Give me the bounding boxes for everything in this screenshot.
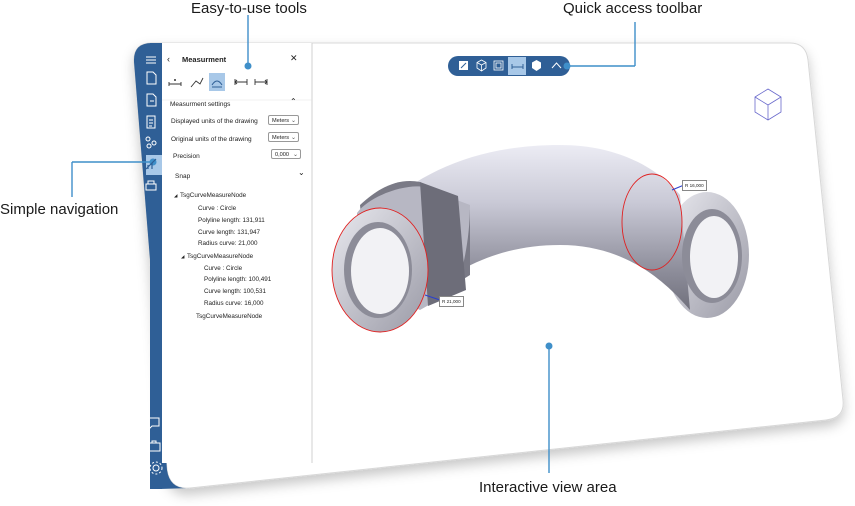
original-units-value: Meters: [272, 135, 290, 141]
print-icon[interactable]: [143, 178, 159, 194]
tool-curve-button[interactable]: [209, 73, 225, 91]
snapshot-button[interactable]: [456, 58, 471, 73]
back-chevron-icon[interactable]: ‹: [167, 54, 170, 64]
chevron-down-icon: ⌄: [290, 118, 296, 124]
settings-gear-icon[interactable]: [148, 460, 164, 476]
tree-node-property: Curve length: 131,947: [198, 229, 260, 236]
document-icon[interactable]: [143, 114, 159, 130]
tree-node-property: Radius curve: 16,000: [204, 300, 264, 307]
menu-icon[interactable]: [143, 52, 159, 68]
tree-node[interactable]: TsgCurveMeasureNode: [180, 192, 246, 199]
settings-header: Measurment settings: [170, 101, 231, 108]
expand-triangle-icon[interactable]: ◢: [174, 193, 177, 199]
original-units-label: Original units of the drawing: [171, 136, 252, 143]
layers-icon[interactable]: [143, 134, 159, 150]
chevron-down-icon: ⌄: [290, 135, 296, 141]
displayed-units-value: Meters: [272, 118, 290, 124]
tree-node-property: Polyline length: 100,491: [204, 276, 272, 283]
cube-view-button[interactable]: [474, 58, 489, 73]
collapse-toolbar-icon[interactable]: [549, 58, 564, 73]
briefcase-icon[interactable]: [146, 438, 162, 454]
tree-node-property: Curve length: 100,531: [204, 288, 266, 295]
tool-polyline-button[interactable]: [190, 75, 204, 89]
tool-distance-button[interactable]: [168, 75, 182, 89]
view-cube-icon[interactable]: [752, 86, 784, 122]
front-view-button[interactable]: [491, 58, 506, 73]
displayed-units-label: Displayed units of the drawing: [171, 118, 258, 125]
tree-node-property: Polyline length: 131,911: [198, 217, 265, 224]
snap-expand-icon[interactable]: ⌄: [298, 168, 305, 177]
measure-nav-icon[interactable]: [143, 156, 159, 172]
solid-view-button[interactable]: [529, 58, 544, 73]
precision-select[interactable]: 0,000 ⌄: [271, 149, 301, 159]
measure-toolbar-button[interactable]: [510, 58, 525, 73]
precision-value: 0,000: [275, 152, 289, 158]
tool-span-button[interactable]: [254, 75, 268, 89]
tree-node[interactable]: TsgCurveMeasureNode: [196, 313, 262, 320]
export-icon[interactable]: [143, 92, 159, 108]
tree-node-property: Curve : Circle: [204, 265, 243, 272]
callout-quick-access: Quick access toolbar: [563, 0, 703, 17]
tree-node-property: Curve : Circle: [198, 205, 237, 212]
settings-collapse-icon[interactable]: ⌃: [290, 97, 297, 106]
chevron-down-icon: ⌄: [292, 152, 298, 158]
snap-label: Snap: [175, 173, 191, 180]
panel-title: Measurment: [182, 55, 227, 64]
callout-easy-tools: Easy-to-use tools: [191, 0, 307, 17]
tool-arrows-button[interactable]: [234, 75, 248, 89]
open-file-icon[interactable]: [143, 70, 159, 86]
tree-node-property: Radius curve: 21,000: [198, 240, 258, 247]
interactive-view-area[interactable]: [320, 80, 800, 450]
close-icon[interactable]: ✕: [290, 53, 298, 64]
callout-navigation: Simple navigation: [0, 201, 119, 218]
original-units-select[interactable]: Meters ⌄: [268, 132, 299, 142]
displayed-units-select[interactable]: Meters ⌄: [268, 115, 299, 125]
expand-triangle-icon[interactable]: ◢: [181, 254, 184, 260]
precision-label: Precision: [173, 153, 200, 160]
comment-icon[interactable]: [145, 415, 161, 431]
tree-node[interactable]: TsgCurveMeasureNode: [187, 253, 253, 260]
callout-view-area: Interactive view area: [479, 479, 617, 496]
